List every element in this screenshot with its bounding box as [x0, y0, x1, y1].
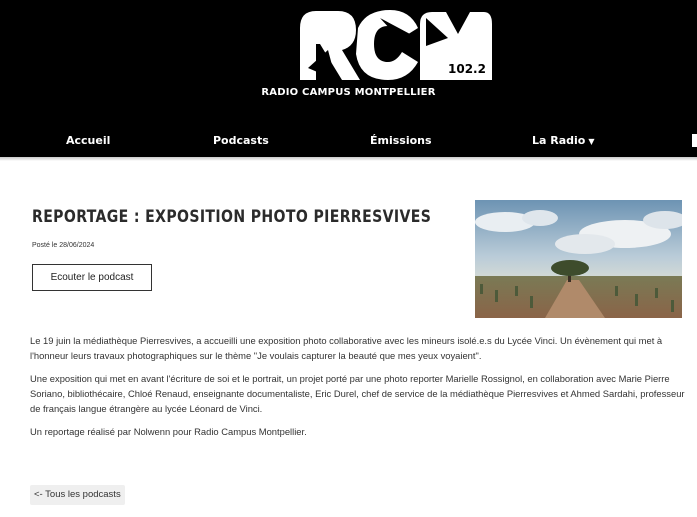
article-body: Le 19 juin la médiathèque Pierresvives, … — [30, 333, 685, 447]
back-to-podcasts-link[interactable]: <- Tous les podcasts — [30, 485, 125, 505]
chevron-down-icon: ▼ — [588, 137, 595, 146]
posted-date: Posté le 28/06/2024 — [32, 242, 95, 249]
article-title: REPORTAGE : EXPOSITION PHOTO PIERRESVIVE… — [32, 207, 432, 227]
nav-item-emissions[interactable]: Émissions — [370, 134, 432, 147]
article-paragraph: Un reportage réalisé par Nolwenn pour Ra… — [30, 426, 307, 437]
station-name: RADIO CAMPUS MONTPELLIER — [261, 87, 436, 98]
article-paragraph: Le 19 juin la médiathèque Pierresvives, … — [30, 335, 663, 361]
logo-frequency: 102.2 — [448, 62, 486, 76]
article-paragraph: Une exposition qui met en avant l'écritu… — [30, 373, 685, 414]
nav-item-la-radio-label: La Radio — [532, 134, 586, 147]
listen-podcast-button[interactable]: Ecouter le podcast — [32, 264, 152, 291]
nav-item-partial[interactable] — [692, 134, 697, 147]
site-header: 102.2 RADIO CAMPUS MONTPELLIER Accueil P… — [0, 0, 697, 157]
header-shadow — [0, 157, 697, 161]
nav-item-la-radio[interactable]: La Radio ▼ — [532, 134, 595, 147]
nav-item-accueil[interactable]: Accueil — [66, 134, 110, 147]
nav-item-podcasts[interactable]: Podcasts — [213, 134, 269, 147]
main-nav: Accueil Podcasts Émissions La Radio ▼ — [0, 124, 697, 157]
article-photo[interactable] — [475, 200, 682, 318]
